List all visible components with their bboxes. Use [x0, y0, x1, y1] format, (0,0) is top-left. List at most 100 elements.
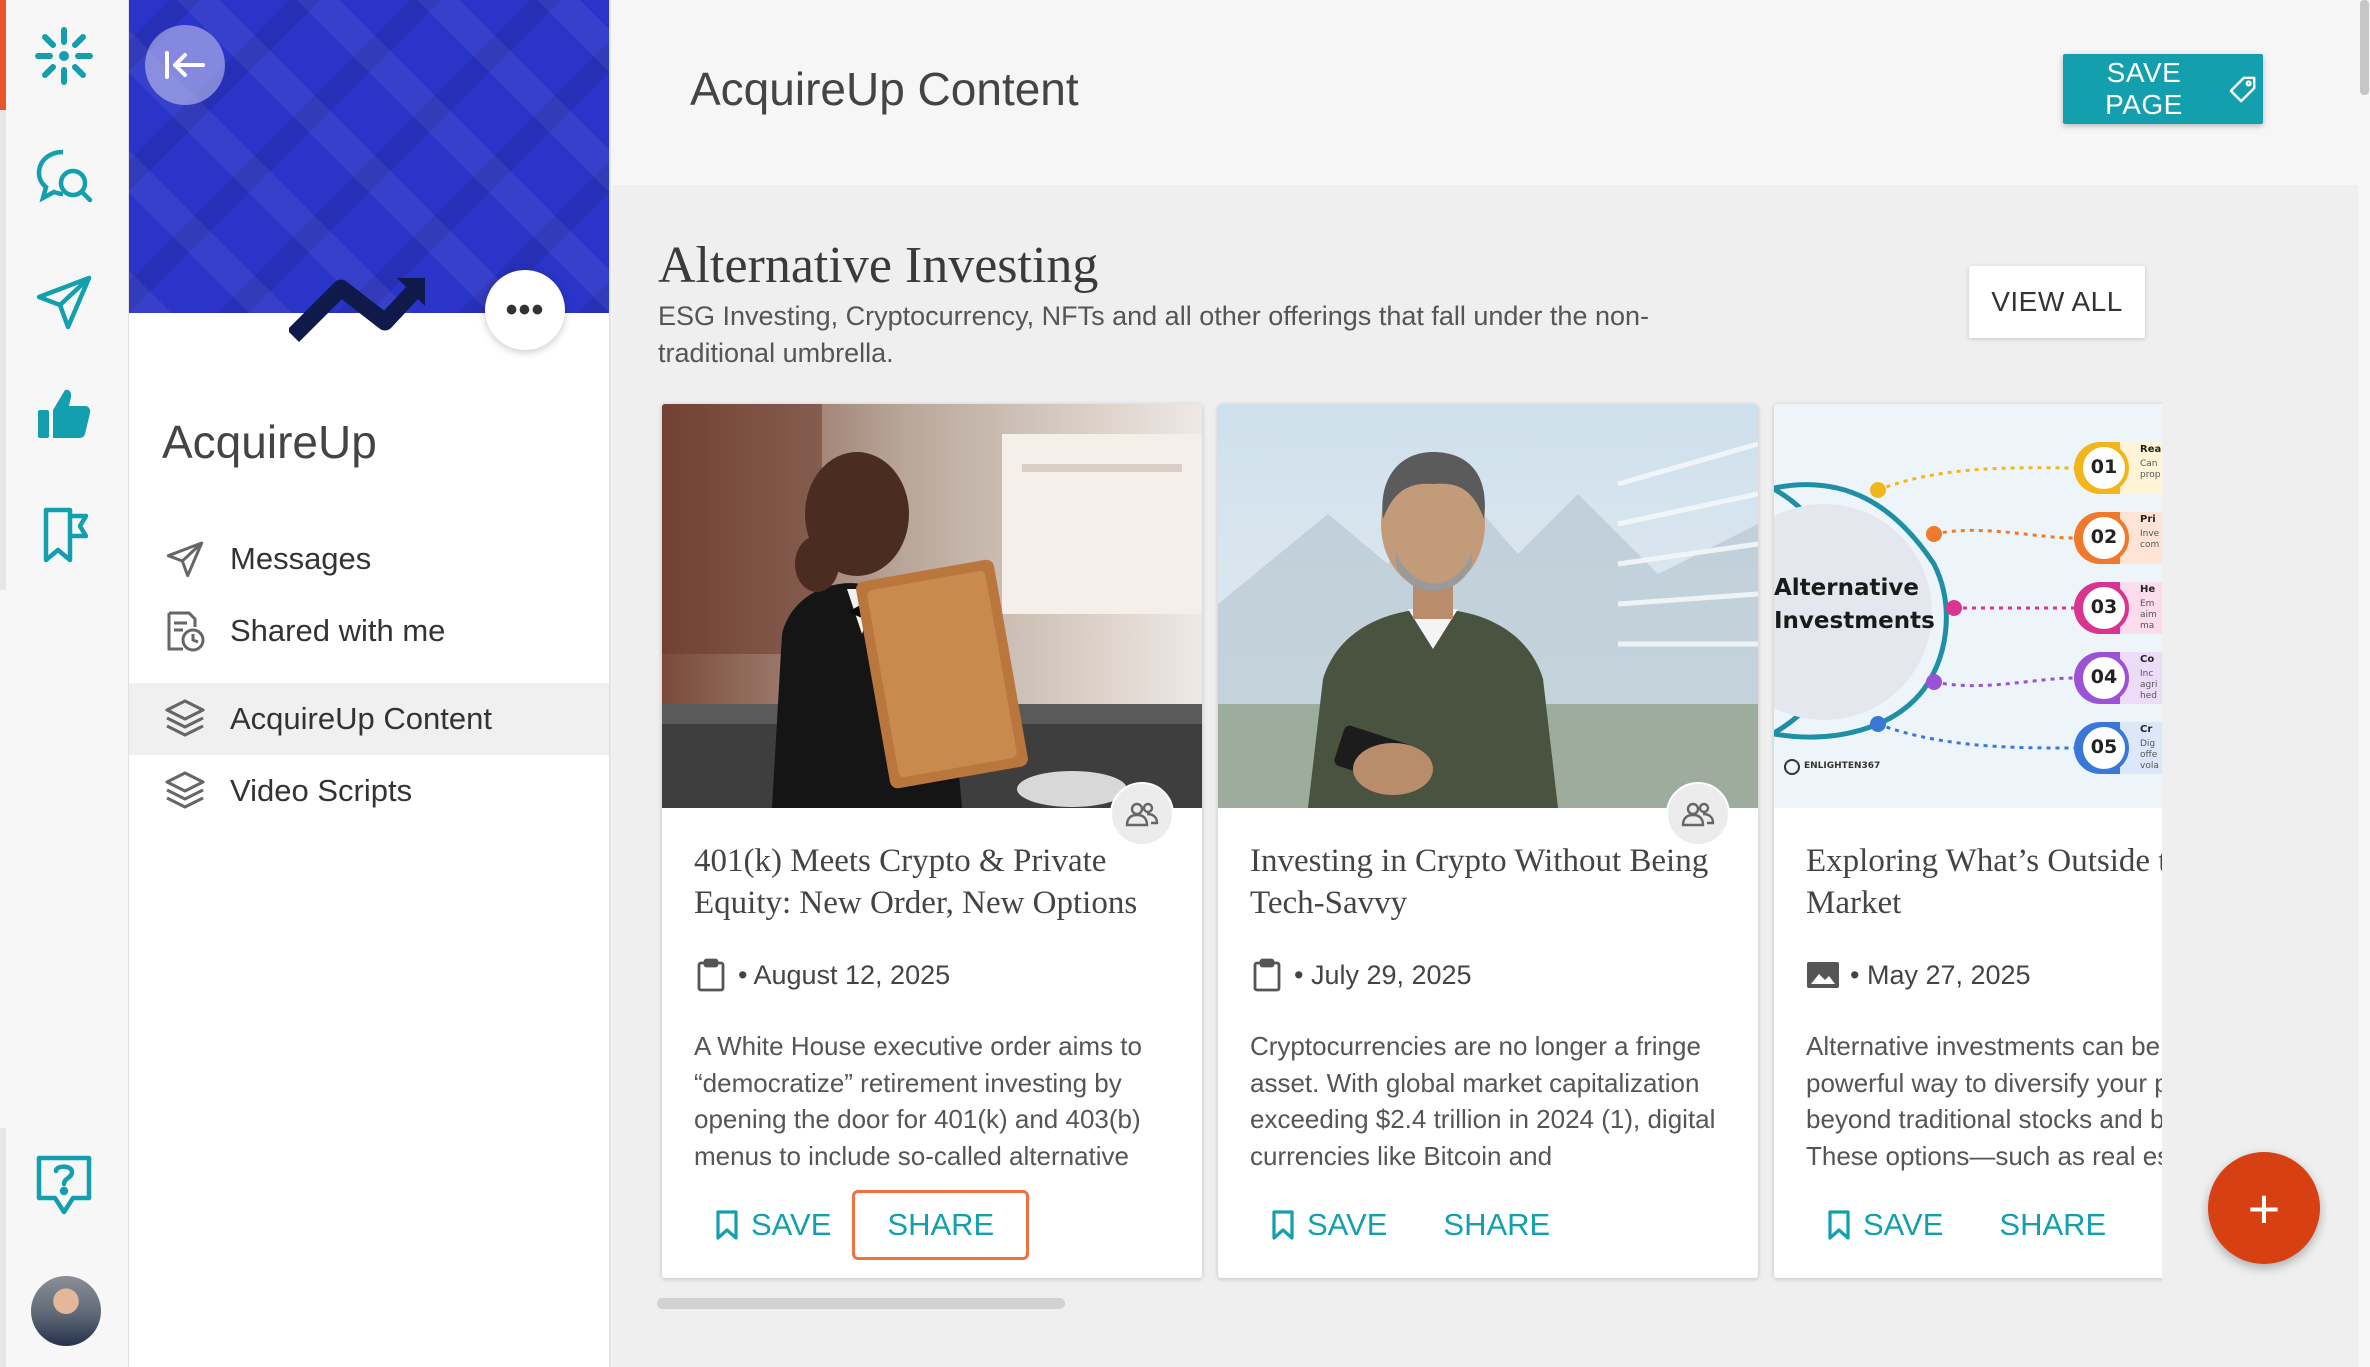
share-label: SHARE: [887, 1207, 995, 1242]
infographic-center-text: Alternative Investments: [1774, 575, 1935, 634]
card-meta: • July 29, 2025: [1250, 958, 1472, 992]
view-all-button[interactable]: VIEW ALL: [1969, 266, 2145, 338]
card-actions: SAVE SHARE: [1250, 1190, 1585, 1260]
share-label: SHARE: [1443, 1207, 1551, 1242]
card-excerpt: A White House executive order aims to “d…: [694, 1031, 1142, 1171]
icon-rail: [0, 0, 129, 1367]
section-description: ESG Investing, Cryptocurrency, NFTs and …: [658, 301, 1649, 368]
share-button[interactable]: SHARE: [1964, 1190, 2141, 1260]
card-excerpt: Cryptocurrencies are no longer a fringe …: [1250, 1031, 1716, 1171]
step-number: 04: [2090, 666, 2118, 688]
card-meta: • May 27, 2025: [1806, 958, 2031, 992]
step-number: 02: [2090, 526, 2118, 548]
clipboard-icon: [694, 958, 728, 992]
step-text: Em aim ma: [2140, 599, 2157, 631]
paper-plane-icon: [161, 535, 209, 583]
share-label: SHARE: [1999, 1207, 2107, 1242]
card-image-infographic: Alternative Investments 01 02 03 04 05 R…: [1774, 404, 2162, 808]
card-date: • May 27, 2025: [1850, 959, 2031, 990]
step-text: Dig offe vola: [2140, 739, 2159, 771]
paper-plane-icon[interactable]: [30, 268, 98, 336]
step-text: Inc agri hed: [2140, 669, 2158, 701]
nav-label: Shared with me: [230, 613, 446, 648]
share-button[interactable]: SHARE: [1408, 1190, 1585, 1260]
more-options-button[interactable]: •••: [485, 270, 565, 350]
layers-icon: [161, 767, 209, 815]
add-content-fab[interactable]: +: [2208, 1152, 2320, 1264]
shared-doc-icon: [161, 607, 209, 655]
step-heading: Rea: [2140, 444, 2162, 455]
shared-users-badge: [1666, 782, 1730, 846]
section-title: Alternative Investing: [658, 237, 1099, 294]
card-date: • August 12, 2025: [738, 959, 951, 990]
save-label: SAVE: [751, 1207, 832, 1242]
org-name: AcquireUp: [162, 416, 377, 468]
user-avatar[interactable]: [31, 1276, 101, 1346]
card-date: • July 29, 2025: [1294, 959, 1472, 990]
step-text: Inve com: [2140, 529, 2160, 550]
clipboard-icon: [1250, 958, 1284, 992]
collapse-panel-button[interactable]: [145, 25, 225, 105]
save-button[interactable]: SAVE: [1250, 1190, 1408, 1260]
content-card[interactable]: Investing in Crypto Without Being Tech-S…: [1218, 404, 1758, 1278]
nav-item-shared-with-me[interactable]: Shared with me: [129, 595, 609, 667]
pin-tag-icon: [2229, 76, 2256, 103]
save-button[interactable]: SAVE: [1806, 1190, 1964, 1260]
step-heading: Pri: [2140, 514, 2156, 525]
rail-divider: [0, 1128, 6, 1367]
step-number: 05: [2090, 736, 2118, 758]
save-label: SAVE: [1863, 1207, 1944, 1242]
step-number: 03: [2090, 596, 2118, 618]
card-actions: SAVE SHARE: [694, 1190, 1030, 1260]
rail-divider: [0, 110, 6, 590]
nav-label: Video Scripts: [230, 773, 413, 808]
step-heading: Cr: [2140, 724, 2153, 735]
card-meta: • August 12, 2025: [694, 958, 950, 992]
page-scrollbar-track: [2358, 0, 2370, 1367]
card-actions: SAVE SHARE: [1806, 1190, 2141, 1260]
bookmark-icon: [1828, 1210, 1850, 1240]
side-panel: ••• AcquireUp Messages Shared with me Ac…: [129, 0, 611, 1367]
bookmark-icon: [1272, 1210, 1294, 1240]
acquireup-logo: [286, 270, 429, 349]
infographic-credit: ENLIGHTEN367: [1804, 761, 1881, 771]
bookmark-flag-icon[interactable]: [30, 500, 98, 568]
step-heading: He: [2140, 584, 2156, 595]
nav-item-acquireup-content[interactable]: AcquireUp Content: [129, 683, 609, 755]
page-title: AcquireUp Content: [690, 63, 1079, 115]
content-card[interactable]: Alternative Investments 01 02 03 04 05 R…: [1774, 404, 2162, 1278]
nav-label: Messages: [230, 541, 372, 576]
users-icon: [1125, 802, 1159, 827]
step-text: Can prop: [2140, 459, 2161, 480]
thumbs-up-icon[interactable]: [30, 380, 98, 448]
image-icon: [1806, 958, 1840, 992]
card-carousel: 401(k) Meets Crypto & Private Equity: Ne…: [656, 400, 2162, 1290]
card-image: [1218, 404, 1758, 808]
share-button[interactable]: SHARE: [852, 1190, 1030, 1260]
collapse-arrow-icon: [165, 51, 205, 79]
step-heading: Co: [2140, 654, 2155, 665]
save-page-button[interactable]: SAVE PAGE: [2063, 54, 2263, 124]
users-icon: [1681, 802, 1715, 827]
help-chat-icon[interactable]: [30, 1152, 98, 1220]
bookmark-icon: [716, 1210, 738, 1240]
card-title[interactable]: Exploring What’s Outside the Stock Marke…: [1806, 840, 2162, 924]
save-page-label: SAVE PAGE: [2105, 57, 2183, 120]
save-button[interactable]: SAVE: [694, 1190, 852, 1260]
card-title[interactable]: Investing in Crypto Without Being Tech-S…: [1250, 840, 1730, 924]
step-number: 01: [2090, 456, 2118, 478]
content-card[interactable]: 401(k) Meets Crypto & Private Equity: Ne…: [662, 404, 1202, 1278]
shared-users-badge: [1110, 782, 1174, 846]
org-banner: [129, 0, 609, 313]
active-indicator: [0, 0, 6, 110]
search-chat-icon[interactable]: [30, 143, 98, 211]
card-image: [662, 404, 1202, 808]
nav-label: AcquireUp Content: [230, 701, 492, 736]
carousel-scrollbar[interactable]: [657, 1298, 1065, 1309]
brand-spark-icon[interactable]: [30, 22, 98, 90]
layers-icon: [161, 695, 209, 743]
nav-item-video-scripts[interactable]: Video Scripts: [129, 755, 609, 827]
card-title[interactable]: 401(k) Meets Crypto & Private Equity: Ne…: [694, 840, 1174, 924]
page-scrollbar[interactable]: [2360, 0, 2369, 95]
nav-item-messages[interactable]: Messages: [129, 523, 609, 595]
